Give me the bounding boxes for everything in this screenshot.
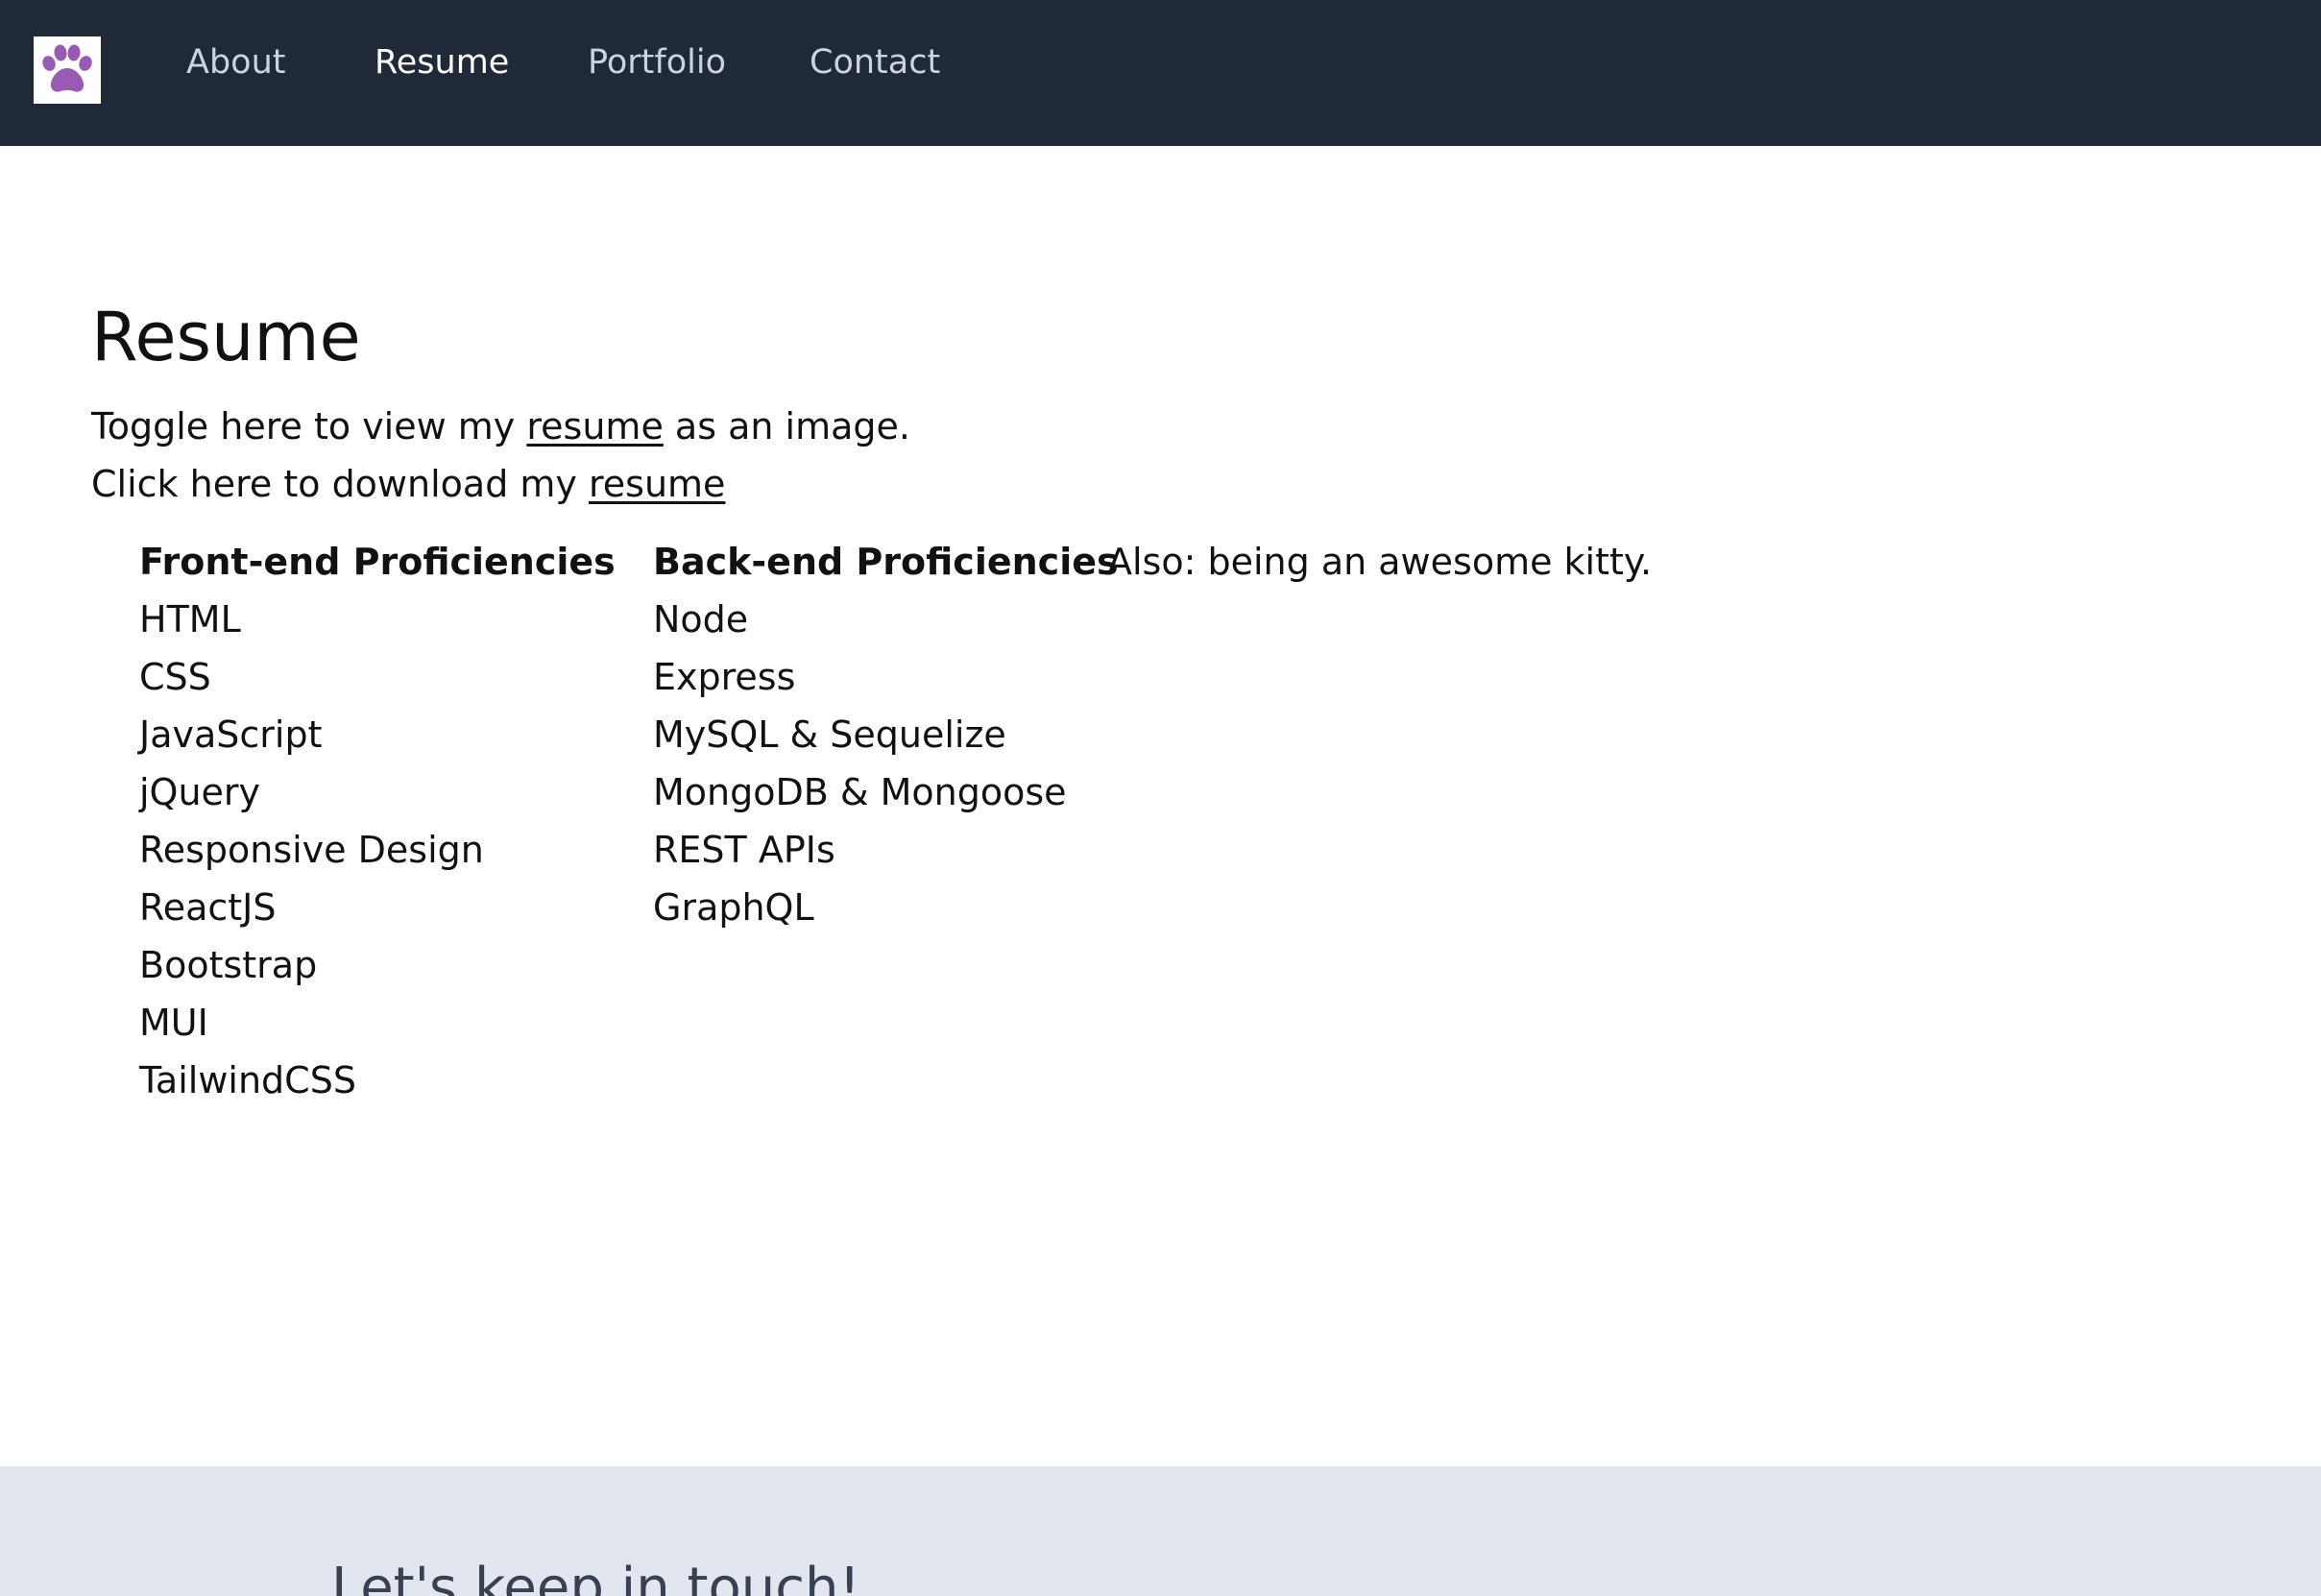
frontend-list: HTML CSS JavaScript jQuery Responsive De… [139,591,616,1109]
list-item: CSS [139,656,211,698]
backend-list: Node Express MySQL & Sequelize MongoDB &… [653,591,1119,936]
nav-link-resume[interactable]: Resume [375,41,509,84]
list-item: Responsive Design [139,829,484,871]
list-item: Express [653,656,796,698]
toggle-text-suffix: as an image. [663,405,910,447]
list-item: GraphQL [653,886,814,929]
frontend-column: Front-end Proficiencies HTML CSS JavaScr… [139,533,616,1109]
toggle-resume-line: Toggle here to view my resume as an imag… [91,401,910,451]
nav-link-contact[interactable]: Contact [810,41,940,84]
list-item: Node [653,598,749,641]
list-item: HTML [139,598,241,641]
download-resume-link[interactable]: resume [589,463,725,505]
toggle-text: Toggle here to view my [91,405,527,447]
list-item: MUI [139,1002,208,1044]
also-text: Also: being an awesome kitty. [1107,541,1653,583]
list-item: TailwindCSS [139,1059,356,1101]
list-item: ReactJS [139,886,277,929]
page-title: Resume [91,298,361,376]
footer-heading: Let's keep in touch! [331,1557,860,1596]
nav-link-portfolio[interactable]: Portfolio [588,41,726,84]
list-item: JavaScript [139,713,323,756]
paw-icon [42,44,92,92]
backend-column: Back-end Proficiencies Node Express MySQ… [653,533,1119,936]
also-column: Also: being an awesome kitty. [1107,533,1652,591]
footer: Let's keep in touch! [0,1466,2321,1596]
list-item: jQuery [139,771,261,813]
list-item: MongoDB & Mongoose [653,771,1067,813]
logo[interactable] [34,36,101,104]
download-resume-line: Click here to download my resume [91,459,725,509]
frontend-heading: Front-end Proficiencies [139,541,616,583]
list-item: MySQL & Sequelize [653,713,1006,756]
list-item: Bootstrap [139,944,318,986]
backend-heading: Back-end Proficiencies [653,541,1119,583]
toggle-resume-link[interactable]: resume [526,405,663,447]
navbar: About Resume Portfolio Contact [0,0,2321,146]
list-item: REST APIs [653,829,835,871]
nav-link-about[interactable]: About [186,41,285,84]
download-text: Click here to download my [91,463,589,505]
